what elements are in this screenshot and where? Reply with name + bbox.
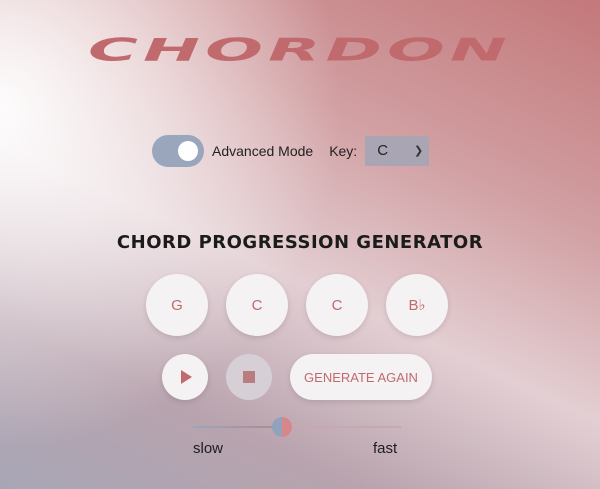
- chord-button-1[interactable]: G: [146, 274, 208, 336]
- chord-button-3[interactable]: C: [306, 274, 368, 336]
- app-logo: CHORDON: [88, 32, 512, 69]
- tempo-fast-label: fast: [373, 440, 398, 457]
- tempo-slider-track[interactable]: [193, 426, 401, 428]
- chord-button-4[interactable]: B♭: [386, 274, 448, 336]
- key-select[interactable]: C ❯: [365, 135, 430, 166]
- key-label: Key:: [329, 142, 358, 159]
- app-root: CHORDON Advanced Mode Key: C ❯ CHORD PRO…: [0, 0, 600, 489]
- toggle-knob: [178, 140, 198, 161]
- key-select-value: C: [377, 142, 389, 159]
- generator-heading: CHORD PROGRESSION GENERATOR: [116, 232, 484, 253]
- chord-button-2[interactable]: C: [226, 274, 288, 336]
- chevron-down-icon: ❯: [413, 145, 424, 157]
- generate-again-button[interactable]: GENERATE AGAIN: [290, 354, 432, 400]
- advanced-mode-toggle[interactable]: [152, 134, 204, 167]
- play-icon: [181, 370, 192, 384]
- stop-icon: [243, 371, 255, 383]
- stop-button[interactable]: [226, 354, 272, 400]
- tempo-slider-thumb[interactable]: [272, 417, 293, 437]
- tempo-slow-label: slow: [193, 440, 224, 457]
- tempo-slider-fill: [193, 426, 283, 428]
- controls-row: Advanced Mode Key: C ❯: [152, 134, 430, 167]
- advanced-mode-label: Advanced Mode: [212, 142, 314, 159]
- play-button[interactable]: [162, 354, 208, 400]
